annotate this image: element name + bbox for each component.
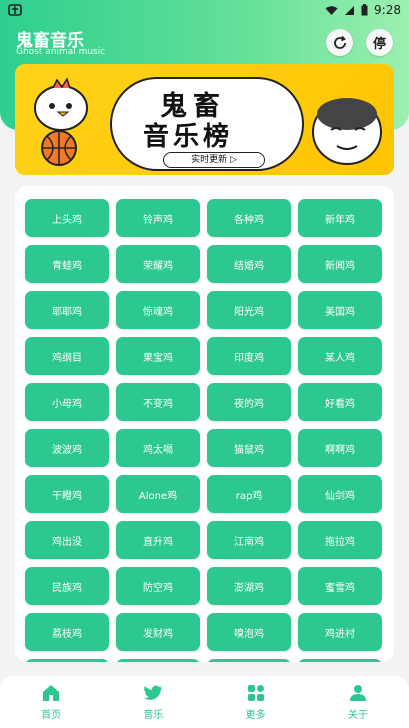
tab-home-label: 首页 (41, 710, 62, 721)
song-button[interactable]: 鸡出没 (25, 521, 109, 559)
tab-about[interactable]: 关于 (313, 683, 403, 721)
song-button[interactable]: 防空鸡 (116, 567, 200, 605)
song-button[interactable]: 新闻鸡 (298, 245, 382, 283)
song-button[interactable]: 直升鸡 (116, 521, 200, 559)
song-button[interactable]: 印度鸡 (207, 337, 291, 375)
tab-home[interactable]: 首页 (6, 683, 96, 721)
tab-music-label: 音乐 (143, 710, 164, 721)
song-button[interactable]: 澎湖鸡 (207, 567, 291, 605)
person-icon (349, 685, 366, 701)
song-button[interactable]: 美国鸡 (298, 291, 382, 329)
song-button[interactable]: 各种鸡 (207, 199, 291, 237)
song-button[interactable]: 猫鼠鸡 (207, 429, 291, 467)
battery-icon (361, 4, 368, 16)
song-button[interactable]: 夜的鸡 (207, 383, 291, 421)
bottom-tab-bar: 首页 音乐 更多 关于 (0, 676, 409, 728)
tab-music[interactable]: 音乐 (108, 683, 198, 721)
song-button[interactable]: 荣耀鸡 (116, 245, 200, 283)
song-button[interactable]: 阳光鸡 (207, 291, 291, 329)
song-button[interactable] (207, 659, 291, 662)
rank-banner[interactable]: 鬼畜 音乐榜 实时更新 ▷ (15, 64, 394, 175)
song-button[interactable]: 小母鸡 (25, 383, 109, 421)
status-time: 9:28 (374, 3, 401, 17)
song-button[interactable]: 干瞪鸡 (25, 475, 109, 513)
song-button[interactable]: 惊魂鸡 (116, 291, 200, 329)
refresh-button[interactable] (326, 29, 353, 56)
refresh-icon (333, 35, 346, 49)
banner-tag: 实时更新 ▷ (163, 152, 265, 168)
tab-about-label: 关于 (347, 710, 368, 721)
song-button[interactable]: 结婚鸡 (207, 245, 291, 283)
song-button[interactable]: 新年鸡 (298, 199, 382, 237)
song-button[interactable]: 江南鸡 (207, 521, 291, 559)
song-button[interactable]: 嗅泡鸡 (207, 613, 291, 651)
song-button[interactable]: 波波鸡 (25, 429, 109, 467)
song-button[interactable]: 青蛙鸡 (25, 245, 109, 283)
wifi-icon (325, 5, 338, 15)
song-button[interactable]: 上头鸡 (25, 199, 109, 237)
song-button[interactable] (25, 659, 109, 662)
chicken-illustration (34, 77, 88, 166)
song-button[interactable]: Alone鸡 (116, 475, 200, 513)
song-button[interactable]: 仙剑鸡 (298, 475, 382, 513)
song-button[interactable]: 好看鸡 (298, 383, 382, 421)
signal-icon (345, 5, 355, 15)
song-button[interactable]: 拖拉鸡 (298, 521, 382, 559)
song-button[interactable]: 发财鸡 (116, 613, 200, 651)
song-button[interactable]: 耶耶鸡 (25, 291, 109, 329)
song-button[interactable]: 铃声鸡 (116, 199, 200, 237)
song-button[interactable]: 不变鸡 (116, 383, 200, 421)
song-button[interactable]: 果宝鸡 (116, 337, 200, 375)
app-subtitle: Ghost animal music (16, 47, 106, 57)
song-button[interactable]: 荔枝鸡 (25, 613, 109, 651)
stop-button[interactable]: 停 (366, 29, 393, 56)
song-button[interactable]: 某人鸡 (298, 337, 382, 375)
song-button[interactable]: 鸡进村 (298, 613, 382, 651)
tab-more[interactable]: 更多 (211, 683, 301, 721)
song-grid: 上头鸡 铃声鸡 各种鸡 新年鸡青蛙鸡 荣耀鸡 结婚鸡 新闻鸡耶耶鸡 惊魂鸡 阳光鸡 美国鸡鸡纲目果… (25, 199, 386, 662)
song-button[interactable]: 鸡纲目 (25, 337, 109, 375)
song-button[interactable]: 蜜雪鸡 (298, 567, 382, 605)
song-grid-card: 上头鸡 铃声鸡 各种鸡 新年鸡青蛙鸡 荣耀鸡 结婚鸡 新闻鸡耶耶鸡 惊魂鸡 阳光鸡 美国鸡鸡纲目果… (15, 186, 394, 662)
status-bar: 9:28 (0, 0, 409, 22)
status-icons: 9:28 (325, 3, 401, 17)
song-button[interactable]: 啊啊鸡 (298, 429, 382, 467)
app-icon (8, 3, 22, 21)
song-button[interactable]: 民族鸡 (25, 567, 109, 605)
meme-face-illustration (312, 98, 382, 165)
song-button[interactable]: 鸡太嗝 (116, 429, 200, 467)
song-button[interactable] (298, 659, 382, 662)
song-button[interactable] (116, 659, 200, 662)
tab-more-label: 更多 (245, 710, 266, 721)
banner-title-line2: 音乐榜 (143, 122, 234, 152)
bird-icon (144, 685, 163, 700)
apps-icon (247, 685, 264, 701)
song-button[interactable]: rap鸡 (207, 475, 291, 513)
home-icon (43, 685, 60, 701)
